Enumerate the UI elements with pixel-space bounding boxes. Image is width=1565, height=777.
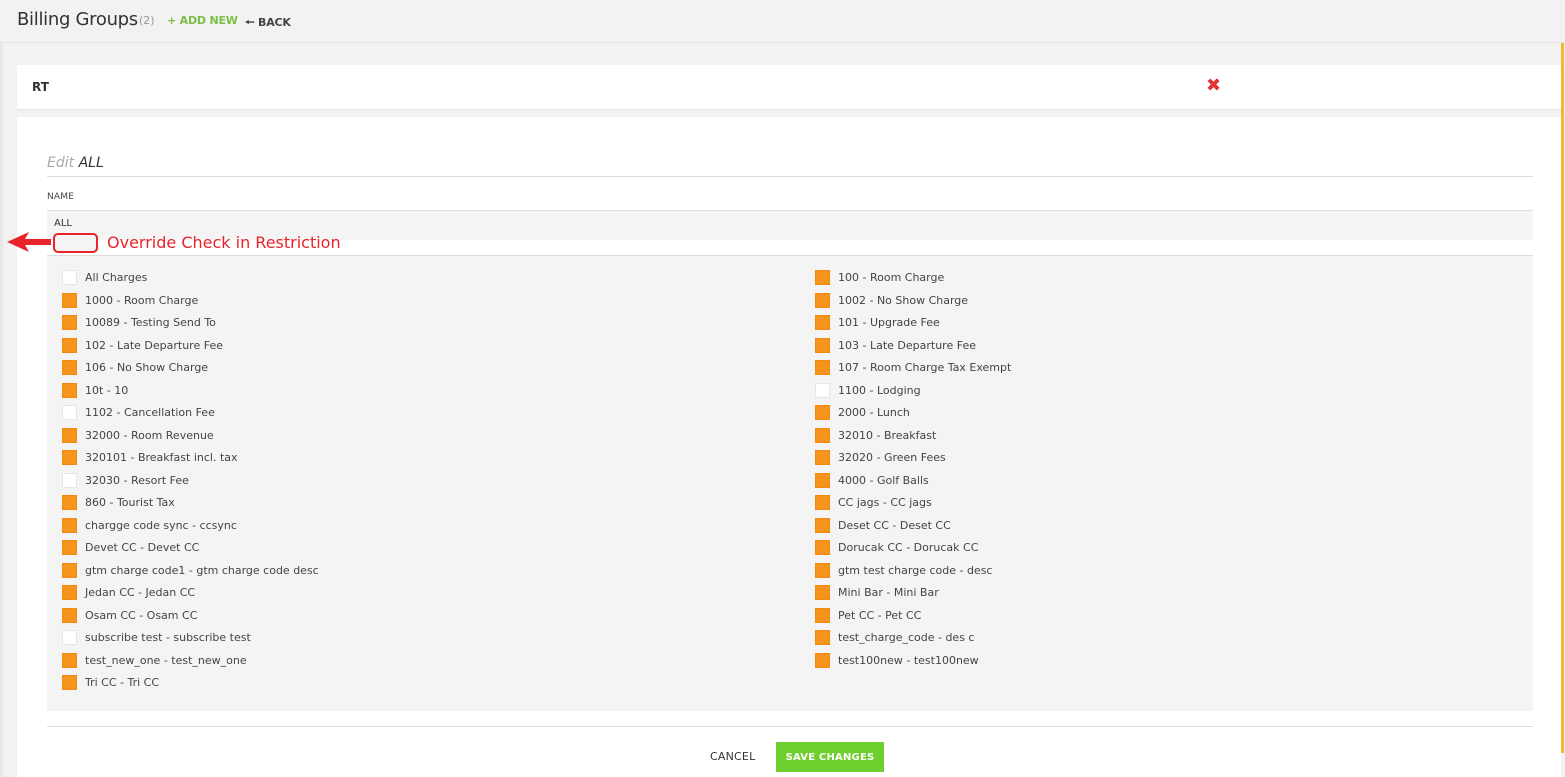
back-button[interactable]: 🠔 BACK [245, 14, 291, 33]
charge-checkbox[interactable] [62, 450, 77, 465]
charge-checkbox[interactable] [815, 517, 830, 533]
charge-checkbox[interactable] [62, 675, 77, 690]
group-count: (2) [139, 14, 155, 27]
edit-title: Edit ALL [47, 155, 104, 171]
charge-checkbox[interactable] [62, 337, 77, 353]
charge-checkbox[interactable] [62, 315, 77, 330]
charge-label: Osam CC - Osam CC [85, 608, 198, 622]
charge-checkbox[interactable] [815, 652, 830, 668]
left-edge [0, 43, 3, 777]
charge-label: 32000 - Room Revenue [85, 428, 214, 442]
charge-label: 101 - Upgrade Fee [838, 316, 940, 329]
group-name: RT [32, 80, 49, 94]
charge-checkbox[interactable] [815, 562, 830, 578]
charge-checkbox[interactable] [815, 450, 830, 465]
charge-checkbox[interactable] [62, 360, 77, 375]
charge-checkbox[interactable] [815, 585, 830, 600]
close-icon[interactable]: ✖ [1206, 75, 1221, 96]
charge-checkbox[interactable] [815, 315, 830, 330]
charge-checkbox[interactable] [815, 360, 830, 375]
charge-label: test_new_one - test_new_one [85, 653, 247, 667]
charge-checkbox[interactable] [815, 292, 830, 308]
save-changes-button[interactable]: SAVE CHANGES [776, 742, 884, 772]
charge-label: 107 - Room Charge Tax Exempt [838, 361, 1012, 374]
charge-label: 10t - 10 [85, 383, 129, 397]
charge-label: 103 - Late Departure Fee [838, 338, 976, 352]
charge-label: 320101 - Breakfast incl. tax [85, 451, 238, 464]
charge-label: 10089 - Testing Send To [85, 316, 216, 329]
override-annotation: Override Check in Restriction [107, 233, 341, 252]
page-title: Billing Groups [17, 9, 138, 30]
edit-title-prefix: Edit [47, 155, 75, 171]
charge-label: 1000 - Room Charge [85, 293, 199, 307]
charge-checkbox[interactable] [62, 607, 77, 623]
charge-checkbox[interactable] [815, 495, 830, 510]
charge-checkbox[interactable] [62, 405, 77, 420]
charge-label: CC jags - CC jags [838, 496, 932, 509]
name-label: NAME [47, 192, 75, 202]
charge-checkbox[interactable] [62, 540, 77, 555]
charge-checkbox[interactable] [62, 495, 77, 510]
top-bar: Billing Groups (2) + ADD NEW 🠔 BACK [0, 0, 1565, 43]
charge-checkbox[interactable] [815, 607, 830, 623]
charge-label: gtm charge code1 - gtm charge code desc [85, 563, 319, 577]
edit-panel: Edit ALL NAME ALL Override Check in Rest… [7, 117, 1561, 777]
charge-label: 32030 - Resort Fee [85, 473, 189, 487]
charge-label: 102 - Late Departure Fee [85, 338, 223, 352]
charge-checkbox[interactable] [62, 652, 77, 668]
charge-checkbox[interactable] [815, 540, 830, 555]
cancel-button[interactable]: CANCEL [710, 750, 755, 763]
charge-checkbox[interactable] [62, 382, 77, 398]
edit-title-name: ALL [78, 155, 104, 171]
charge-checkbox[interactable] [62, 427, 77, 443]
charge-label: subscribe test - subscribe test [85, 631, 251, 644]
divider [47, 726, 1533, 727]
charge-label: 860 - Tourist Tax [85, 496, 175, 509]
charge-checkbox[interactable] [62, 630, 77, 645]
charge-label: 2000 - Lunch [838, 406, 910, 419]
charge-checkbox[interactable] [815, 405, 830, 420]
charge-checkbox[interactable] [815, 472, 830, 488]
charge-label: Tri CC - Tri CC [85, 676, 160, 689]
billing-group-row[interactable]: RT ✖ [17, 65, 1561, 110]
charge-label: 1102 - Cancellation Fee [85, 406, 215, 419]
charges-list: All Charges 1000 - Room Charge 10089 - Tes… [47, 255, 1533, 711]
add-new-button[interactable]: + ADD NEW [167, 14, 238, 27]
charge-checkbox[interactable] [815, 270, 830, 285]
charge-checkbox[interactable] [62, 585, 77, 600]
charge-label: Pet CC - Pet CC [838, 608, 922, 622]
charge-checkbox[interactable] [815, 427, 830, 443]
charge-label: All Charges [85, 271, 148, 284]
charge-label: Jedan CC - Jedan CC [85, 586, 196, 599]
charge-checkbox[interactable] [62, 270, 77, 285]
charge-label: gtm test charge code - desc [838, 563, 993, 577]
charge-label: Mini Bar - Mini Bar [838, 586, 939, 599]
arrow-pointer-icon [7, 232, 51, 252]
charge-label: 1002 - No Show Charge [838, 293, 969, 307]
override-checkbox[interactable] [53, 233, 98, 253]
charge-label: 4000 - Golf Balls [838, 473, 929, 487]
charge-label: chargge code sync - ccsync [85, 518, 237, 532]
charge-label: test_charge_code - des c [838, 631, 975, 644]
charge-label: 100 - Room Charge [838, 271, 945, 284]
charge-checkbox[interactable] [815, 382, 830, 398]
charge-label: 106 - No Show Charge [85, 361, 209, 374]
charge-checkbox[interactable] [62, 517, 77, 533]
charge-checkbox[interactable] [815, 337, 830, 353]
charge-checkbox[interactable] [815, 630, 830, 645]
charge-label: test100new - test100new [838, 653, 979, 667]
divider [47, 176, 1533, 177]
charge-checkbox[interactable] [62, 292, 77, 308]
charge-checkbox[interactable] [62, 472, 77, 488]
charge-label: 32010 - Breakfast [838, 428, 937, 442]
right-accent-bar [1561, 43, 1564, 753]
charge-label: 1100 - Lodging [838, 383, 921, 397]
charge-label: Dorucak CC - Dorucak CC [838, 541, 979, 554]
charge-label: 32020 - Green Fees [838, 451, 946, 464]
charge-label: Deset CC - Deset CC [838, 518, 951, 532]
charge-label: Devet CC - Devet CC [85, 541, 200, 554]
charge-checkbox[interactable] [62, 562, 77, 578]
